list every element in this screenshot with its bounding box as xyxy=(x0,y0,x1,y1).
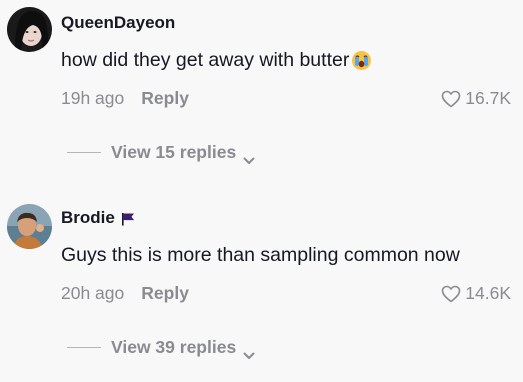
username[interactable]: Brodie xyxy=(61,208,135,228)
view-replies-button[interactable]: View 39 replies xyxy=(67,337,255,359)
heart-icon xyxy=(441,285,461,303)
username[interactable]: QueenDayeon xyxy=(61,13,175,33)
divider-line xyxy=(67,347,101,348)
heart-icon xyxy=(441,90,461,108)
reply-button[interactable]: Reply xyxy=(141,88,189,109)
like-count: 16.7K xyxy=(465,88,511,108)
reply-button[interactable]: Reply xyxy=(141,283,189,304)
comment-text-content: how did they get away with butter xyxy=(61,49,350,71)
username-text: Brodie xyxy=(61,208,115,227)
comment-text: how did they get away with butter xyxy=(61,49,372,72)
like-button[interactable]: 16.7K xyxy=(441,88,511,109)
view-replies-button[interactable]: View 15 replies xyxy=(67,142,255,164)
crying-face-emoji-icon xyxy=(351,50,372,71)
avatar[interactable] xyxy=(7,7,52,52)
chevron-down-icon xyxy=(243,149,255,164)
divider-line xyxy=(67,152,101,153)
flag-icon xyxy=(121,211,135,226)
like-button[interactable]: 14.6K xyxy=(441,283,511,304)
view-replies-label: View 15 replies xyxy=(111,142,237,162)
comment-meta: 19h ago Reply xyxy=(61,88,189,109)
view-replies-label: View 39 replies xyxy=(111,337,237,357)
comment-item: QueenDayeon how did they get away with b… xyxy=(0,0,523,175)
comment-item: Brodie Guys this is more than sampling c… xyxy=(0,175,523,382)
timestamp: 19h ago xyxy=(61,88,125,108)
chevron-down-icon xyxy=(243,344,255,359)
comment-meta: 20h ago Reply xyxy=(61,283,189,304)
username-text: QueenDayeon xyxy=(61,13,176,32)
timestamp: 20h ago xyxy=(61,283,125,303)
comment-text-content: Guys this is more than sampling common n… xyxy=(61,244,460,266)
like-count: 14.6K xyxy=(465,283,511,303)
avatar[interactable] xyxy=(7,204,52,249)
comment-text: Guys this is more than sampling common n… xyxy=(61,244,460,267)
comments-section: QueenDayeon how did they get away with b… xyxy=(0,0,523,382)
